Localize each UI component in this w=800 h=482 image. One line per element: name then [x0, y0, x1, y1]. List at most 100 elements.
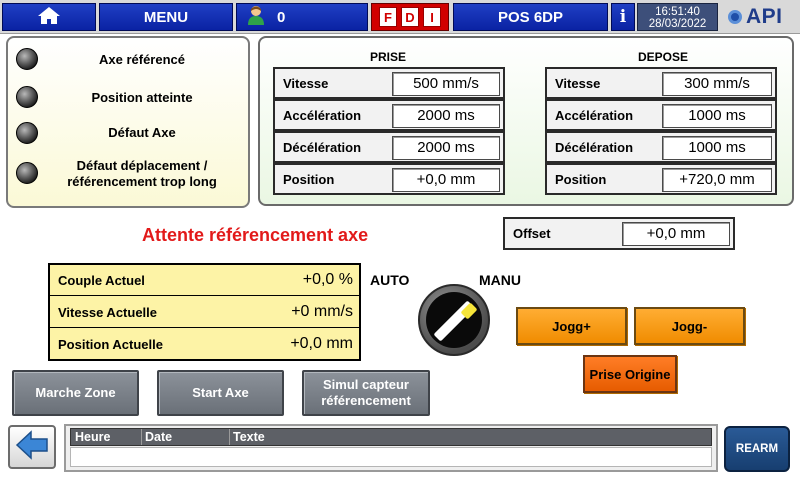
- jogg-plus-label: Jogg+: [552, 318, 591, 334]
- logo-dot-icon: [728, 10, 742, 24]
- menu-button[interactable]: MENU: [99, 3, 233, 31]
- start-axe-button[interactable]: Start Axe: [157, 370, 284, 416]
- fdi-letter-i: I: [423, 7, 441, 27]
- logo-text: API: [746, 5, 783, 28]
- rearm-button[interactable]: REARM: [724, 426, 790, 472]
- couple-actuel-value: +0,0 %: [302, 271, 353, 288]
- api-logo: API: [728, 4, 796, 30]
- depose-vitesse-label: Vitesse: [555, 76, 601, 91]
- alarm-col-date[interactable]: Date: [145, 430, 172, 444]
- back-button[interactable]: [8, 425, 56, 469]
- depose-position-row: Position +720,0 mm: [545, 163, 777, 195]
- prise-vitesse-label: Vitesse: [283, 76, 329, 91]
- status-label-axe-reference: Axe référencé: [99, 52, 185, 67]
- offset-row: Offset +0,0 mm: [503, 217, 735, 250]
- depose-vitesse-field[interactable]: 300 mm/s: [662, 72, 772, 96]
- alarm-list-box: Heure Date Texte: [64, 424, 718, 472]
- rearm-label: REARM: [735, 443, 779, 455]
- status-label-defaut-axe: Défaut Axe: [108, 125, 176, 140]
- jogg-minus-button[interactable]: Jogg-: [634, 307, 745, 345]
- marche-zone-label: Marche Zone: [35, 385, 116, 400]
- vitesse-actuelle-value: +0 mm/s: [291, 303, 353, 320]
- prise-title: PRISE: [370, 50, 407, 64]
- alarm-col-heure[interactable]: Heure: [75, 430, 110, 444]
- mode-auto-label: AUTO: [370, 272, 410, 288]
- depose-position-field[interactable]: +720,0 mm: [662, 168, 772, 192]
- start-axe-label: Start Axe: [192, 385, 249, 400]
- prise-acceleration-label: Accélération: [283, 108, 362, 123]
- alarm-col-divider: [141, 429, 142, 445]
- prise-deceleration-field[interactable]: 2000 ms: [392, 136, 500, 160]
- fdi-letter-d: D: [401, 7, 419, 27]
- vitesse-actuelle-label: Vitesse Actuelle: [58, 305, 157, 320]
- prise-position-label: Position: [283, 172, 335, 187]
- status-led-defaut-deplacement: [16, 162, 38, 184]
- fdi-badge[interactable]: F D I: [371, 3, 449, 31]
- mode-manu-label: MANU: [479, 272, 521, 288]
- clock-time: 16:51:40: [655, 6, 700, 18]
- actual-values-box: Couple Actuel +0,0 % Vitesse Actuelle +0…: [48, 263, 361, 361]
- arrow-left-icon: [15, 429, 49, 465]
- depose-deceleration-label: Décélération: [555, 140, 634, 155]
- depose-deceleration-field[interactable]: 1000 ms: [662, 136, 772, 160]
- offset-label: Offset: [513, 226, 551, 241]
- station-label: POS 6DP: [497, 8, 564, 26]
- couple-actuel-row: Couple Actuel +0,0 %: [50, 265, 359, 296]
- prise-acceleration-field[interactable]: 2000 ms: [392, 104, 500, 128]
- position-actuelle-value: +0,0 mm: [290, 335, 353, 352]
- status-led-position-atteinte: [16, 86, 38, 108]
- user-count: 0: [277, 8, 286, 26]
- prise-origine-button[interactable]: Prise Origine: [583, 355, 677, 393]
- user-button[interactable]: 0: [236, 3, 368, 31]
- depose-deceleration-row: Décélération 1000 ms: [545, 131, 777, 163]
- jogg-plus-button[interactable]: Jogg+: [516, 307, 627, 345]
- simul-capteur-label-line1: Simul capteur: [323, 377, 409, 392]
- status-led-axe-reference: [16, 48, 38, 70]
- position-actuelle-row: Position Actuelle +0,0 mm: [50, 329, 359, 360]
- mode-selector-switch[interactable]: [418, 284, 490, 356]
- prise-position-row: Position +0,0 mm: [273, 163, 505, 195]
- info-icon: i: [619, 7, 627, 27]
- alarm-col-divider: [229, 429, 230, 445]
- info-button[interactable]: i: [611, 3, 635, 31]
- depose-acceleration-row: Accélération 1000 ms: [545, 99, 777, 131]
- prise-vitesse-row: Vitesse 500 mm/s: [273, 67, 505, 99]
- prise-acceleration-row: Accélération 2000 ms: [273, 99, 505, 131]
- depose-position-label: Position: [555, 172, 607, 187]
- position-actuelle-label: Position Actuelle: [58, 337, 163, 352]
- prise-vitesse-field[interactable]: 500 mm/s: [392, 72, 500, 96]
- prise-position-field[interactable]: +0,0 mm: [392, 168, 500, 192]
- jogg-minus-label: Jogg-: [671, 318, 708, 334]
- prise-depose-panel: PRISE DEPOSE Vitesse 500 mm/s Accélérati…: [258, 36, 794, 206]
- depose-vitesse-row: Vitesse 300 mm/s: [545, 67, 777, 99]
- prise-origine-label: Prise Origine: [589, 366, 671, 382]
- offset-field[interactable]: +0,0 mm: [622, 222, 730, 246]
- alarm-header: Heure Date Texte: [70, 428, 712, 446]
- depose-acceleration-label: Accélération: [555, 108, 634, 123]
- user-icon: [245, 4, 267, 30]
- simul-capteur-button[interactable]: Simul capteur référencement: [302, 370, 430, 416]
- marche-zone-button[interactable]: Marche Zone: [12, 370, 139, 416]
- selector-dial: [426, 292, 482, 348]
- status-label-position-atteinte: Position atteinte: [91, 90, 193, 105]
- station-button[interactable]: POS 6DP: [453, 3, 608, 31]
- depose-acceleration-field[interactable]: 1000 ms: [662, 104, 772, 128]
- home-icon: [36, 5, 62, 29]
- clock-display: 16:51:40 28/03/2022: [637, 3, 718, 31]
- alarm-list-body[interactable]: [70, 447, 712, 467]
- fdi-letter-f: F: [379, 7, 397, 27]
- depose-title: DEPOSE: [638, 50, 689, 64]
- status-message: Attente référencement axe: [142, 225, 369, 245]
- top-bar: MENU 0 F D I POS 6DP i 16:51:40 28/03/20…: [0, 0, 800, 34]
- simul-capteur-label-line2: référencement: [321, 393, 411, 408]
- prise-deceleration-row: Décélération 2000 ms: [273, 131, 505, 163]
- couple-actuel-label: Couple Actuel: [58, 273, 145, 288]
- home-button[interactable]: [2, 3, 96, 31]
- clock-date: 28/03/2022: [648, 18, 707, 30]
- status-panel: Axe référencé Position atteinte Défaut A…: [6, 36, 250, 208]
- menu-label: MENU: [143, 8, 189, 26]
- status-label-defaut-deplacement: Défaut déplacement / référencement trop …: [67, 158, 217, 189]
- vitesse-actuelle-row: Vitesse Actuelle +0 mm/s: [50, 297, 359, 328]
- alarm-col-texte[interactable]: Texte: [233, 430, 265, 444]
- prise-deceleration-label: Décélération: [283, 140, 362, 155]
